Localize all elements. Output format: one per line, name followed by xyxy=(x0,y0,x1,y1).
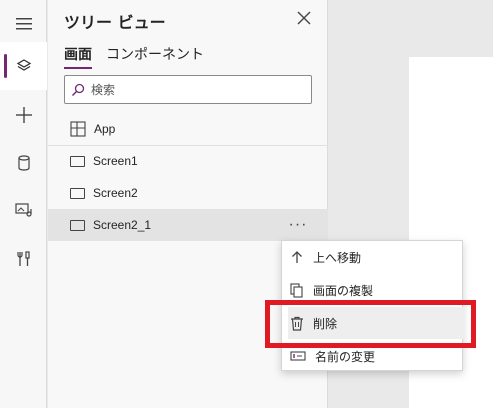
app-grid-icon xyxy=(70,121,86,137)
duplicate-icon xyxy=(290,282,303,298)
tree-item-label: Screen2 xyxy=(93,186,138,200)
data-button[interactable] xyxy=(0,139,47,187)
screen-icon xyxy=(70,155,85,167)
tree-item-screen2-1[interactable]: Screen2_1 ··· xyxy=(48,209,328,241)
menu-item-move-up[interactable]: 上へ移動 xyxy=(282,241,462,273)
advanced-tools-button[interactable] xyxy=(0,235,47,283)
database-icon xyxy=(17,155,30,171)
search-icon xyxy=(71,83,85,96)
close-panel-button[interactable] xyxy=(295,9,313,27)
panel-title: ツリー ビュー xyxy=(64,13,166,32)
tree-item-screen2[interactable]: Screen2 xyxy=(48,177,328,209)
menu-item-label: 画面の複製 xyxy=(313,283,374,298)
tree-view-button[interactable] xyxy=(0,42,47,90)
tree-item-app[interactable]: App xyxy=(48,113,328,145)
tree-item-label: Screen1 xyxy=(93,154,138,168)
plus-icon xyxy=(15,107,32,123)
left-rail xyxy=(0,0,47,408)
tree-item-screen1[interactable]: Screen1 xyxy=(48,145,328,177)
screen-icon xyxy=(70,187,85,199)
hamburger-menu-button[interactable] xyxy=(0,0,47,48)
tab-bar: 画面 コンポーネント xyxy=(64,44,204,69)
tree-item-label: Screen2_1 xyxy=(93,218,152,232)
search-box[interactable] xyxy=(64,75,312,104)
highlight-annotation-box xyxy=(265,300,476,348)
insert-button[interactable] xyxy=(0,91,47,139)
rename-icon xyxy=(290,351,306,361)
arrow-up-icon xyxy=(292,251,302,263)
tools-icon xyxy=(16,251,30,266)
tree-item-label: App xyxy=(94,122,116,136)
more-options-button[interactable]: ··· xyxy=(284,213,312,237)
media-button[interactable] xyxy=(0,186,47,234)
tab-components[interactable]: コンポーネント xyxy=(106,44,204,69)
close-icon xyxy=(297,11,311,25)
hamburger-menu-icon xyxy=(15,18,32,30)
menu-item-label: 名前の変更 xyxy=(315,349,376,364)
tab-screens[interactable]: 画面 xyxy=(64,44,92,69)
layers-icon xyxy=(16,59,31,71)
screen-icon xyxy=(70,219,85,231)
menu-item-label: 上へ移動 xyxy=(313,250,362,265)
search-input[interactable] xyxy=(91,82,291,97)
media-icon xyxy=(14,203,32,217)
